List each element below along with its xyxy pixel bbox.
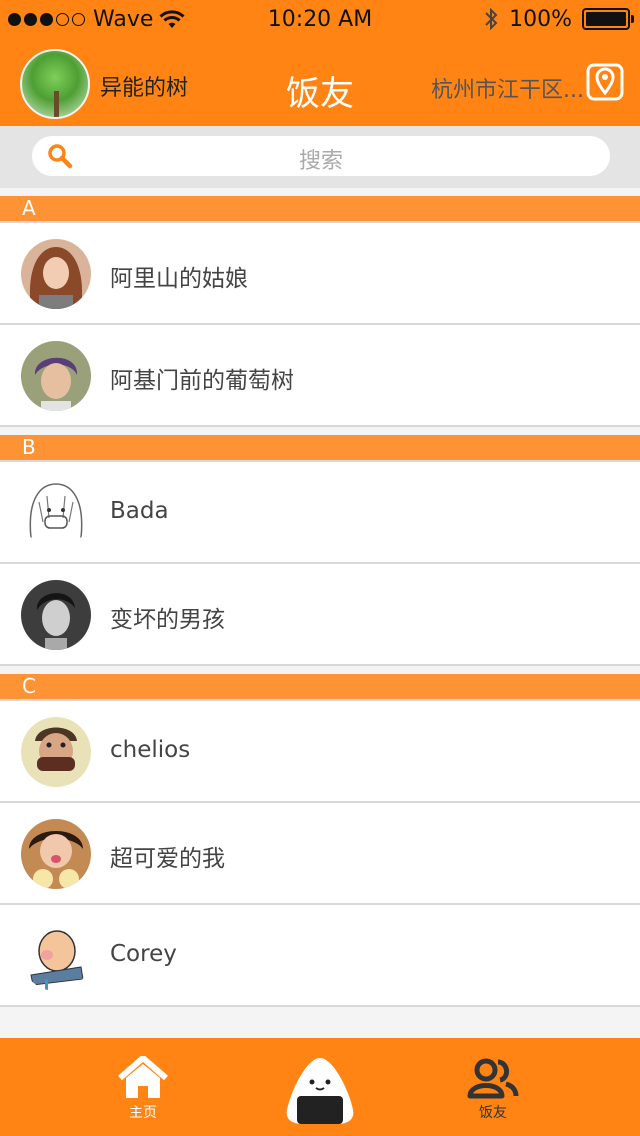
contact-name: chelios bbox=[110, 737, 191, 763]
search-bar: 搜索 bbox=[0, 126, 640, 188]
contact-row[interactable]: Corey bbox=[0, 905, 640, 1007]
contact-avatar bbox=[21, 717, 91, 787]
contact-name: 超可爱的我 bbox=[110, 846, 225, 872]
home-icon bbox=[118, 1056, 168, 1098]
contact-row[interactable]: 阿里山的姑娘 bbox=[0, 223, 640, 325]
contact-avatar bbox=[21, 819, 91, 889]
location-text[interactable]: 杭州市江干区... bbox=[431, 72, 584, 104]
tab-home[interactable]: 主页 bbox=[83, 1038, 203, 1136]
search-placeholder: 搜索 bbox=[298, 149, 343, 174]
app-header: Wave 10:20 AM 100% 异能的树 饭友 杭州市江干区... bbox=[0, 0, 640, 126]
contact-avatar bbox=[21, 921, 91, 991]
status-bar: Wave 10:20 AM 100% bbox=[0, 0, 640, 40]
tab-bar: 主页 饭友 bbox=[0, 1038, 640, 1136]
section-header-b: B bbox=[0, 435, 640, 460]
tab-home-label: 主页 bbox=[129, 1105, 157, 1121]
search-input[interactable]: 搜索 bbox=[32, 136, 610, 176]
tab-friends-label: 饭友 bbox=[479, 1105, 507, 1121]
contact-row[interactable]: 变坏的男孩 bbox=[0, 564, 640, 666]
status-right: 100% bbox=[483, 6, 634, 32]
contact-row[interactable]: 阿基门前的葡萄树 bbox=[0, 325, 640, 427]
section-header-a: A bbox=[0, 196, 640, 221]
contact-avatar bbox=[21, 239, 91, 309]
contact-avatar bbox=[21, 580, 91, 650]
rice-ball-icon bbox=[286, 1058, 354, 1124]
contact-avatar bbox=[21, 478, 91, 548]
tab-center-riceball[interactable] bbox=[283, 1038, 357, 1136]
contact-list: A 阿里山的姑娘 阿基门前的葡萄树 B Bada 变坏的男孩 C chelios… bbox=[0, 196, 640, 1007]
battery-percentage: 100% bbox=[509, 6, 572, 32]
friends-icon bbox=[467, 1058, 519, 1099]
contact-name: Corey bbox=[110, 941, 177, 967]
section-header-c: C bbox=[0, 674, 640, 699]
contact-row[interactable]: Bada bbox=[0, 462, 640, 564]
bluetooth-icon bbox=[485, 7, 498, 31]
contact-row[interactable]: chelios bbox=[0, 701, 640, 803]
contact-name: 阿基门前的葡萄树 bbox=[110, 368, 294, 394]
tab-friends[interactable]: 饭友 bbox=[433, 1038, 553, 1136]
contact-name: 阿里山的姑娘 bbox=[110, 266, 248, 292]
location-pin-icon[interactable] bbox=[586, 63, 624, 101]
nav-bar: 异能的树 饭友 杭州市江干区... bbox=[0, 40, 640, 126]
contact-row[interactable]: 超可爱的我 bbox=[0, 803, 640, 905]
contact-name: Bada bbox=[110, 498, 169, 524]
contact-avatar bbox=[21, 341, 91, 411]
contact-name: 变坏的男孩 bbox=[110, 607, 225, 633]
battery-icon bbox=[582, 8, 634, 30]
